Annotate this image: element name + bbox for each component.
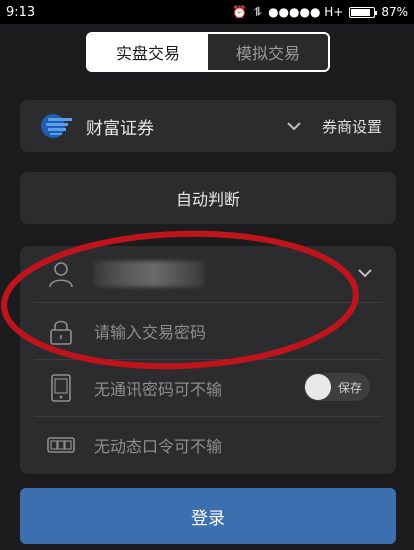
carrier-signal: ●●●●● H+ (268, 5, 344, 19)
password-row[interactable]: 请输入交易密码 (20, 303, 396, 359)
phone-icon (46, 373, 76, 403)
lock-icon (46, 316, 76, 346)
user-icon (46, 259, 76, 289)
status-time: 9:13 (6, 4, 36, 20)
toggle-knob (305, 374, 331, 400)
rotation-lock-icon: ⥮ (253, 4, 263, 19)
token-icon (46, 430, 76, 460)
comm-password-row[interactable]: 无通讯密码可不输 保存 (20, 360, 396, 416)
chevron-down-icon[interactable] (284, 116, 304, 136)
save-toggle[interactable]: 保存 (304, 373, 370, 401)
broker-logo-icon (41, 114, 72, 138)
broker-name: 财富证券 (86, 118, 154, 139)
trade-mode-tabs: 实盘交易 模拟交易 (86, 32, 330, 72)
save-toggle-label: 保存 (337, 380, 362, 395)
status-bar: 9:13 ⏰ ⥮ ●●●●● H+ 87% (0, 0, 414, 24)
login-form: 请输入交易密码 无通讯密码可不输 保存 无动态口令可不输 (20, 246, 396, 474)
dynamic-token-row[interactable]: 无动态口令可不输 (20, 417, 396, 473)
account-chevron-down-icon[interactable] (356, 264, 374, 282)
status-right: ⏰ ⥮ ●●●●● H+ 87% (232, 5, 408, 20)
password-input[interactable]: 请输入交易密码 (94, 319, 206, 343)
auto-detect-button[interactable]: 自动判断 (20, 172, 396, 224)
account-row[interactable] (20, 246, 396, 302)
save-toggle-wrap: 保存 (304, 373, 370, 401)
tab-simulated-trading[interactable]: 模拟交易 (208, 34, 328, 70)
account-field-blurred[interactable] (94, 261, 204, 287)
login-button[interactable]: 登录 (20, 488, 396, 544)
broker-settings-button[interactable]: 券商设置 (322, 116, 382, 137)
tab-real-trading[interactable]: 实盘交易 (88, 34, 208, 70)
battery-icon (349, 6, 378, 18)
broker-selector[interactable]: 财富证券 券商设置 (20, 100, 396, 152)
alarm-icon: ⏰ (232, 5, 248, 19)
battery-percent: 87% (381, 5, 408, 19)
dynamic-token-input[interactable]: 无动态口令可不输 (94, 433, 222, 457)
comm-password-input[interactable]: 无通讯密码可不输 (94, 376, 222, 400)
